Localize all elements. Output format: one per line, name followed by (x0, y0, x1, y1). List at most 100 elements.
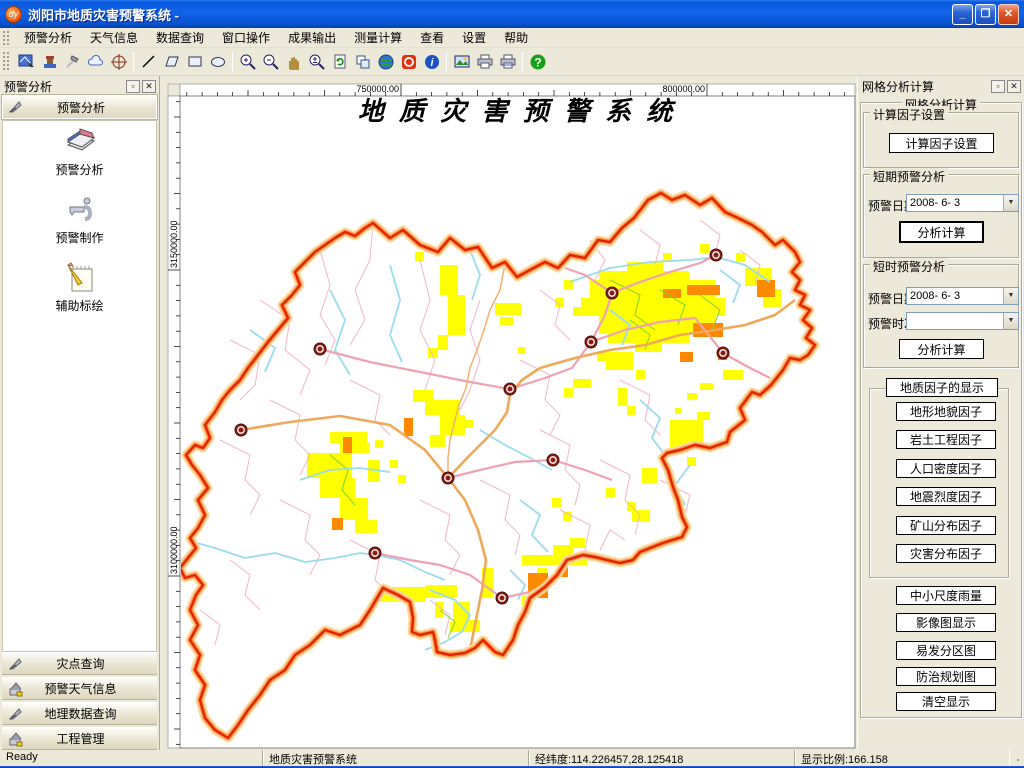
tool-icon (62, 193, 98, 227)
toolbar-separator (522, 52, 523, 72)
sidebar-item-disaster-query[interactable]: 灾点查询 (2, 652, 157, 675)
map-image-icon[interactable] (450, 50, 473, 73)
short-time-date-combo[interactable]: 2008- 6- 3 ▼ (906, 287, 1019, 305)
population-factor-button[interactable]: 人口密度因子 (896, 459, 996, 478)
geotech-factor-button[interactable]: 岩土工程因子 (896, 430, 996, 449)
short-term-date-combo[interactable]: 2008- 6- 3 ▼ (906, 194, 1019, 212)
print-icon[interactable] (473, 50, 496, 73)
short-time-analyze-button[interactable]: 分析计算 (899, 339, 984, 359)
factor-setup-button[interactable]: 计算因子设置 (889, 133, 994, 153)
help-icon[interactable]: ? (526, 50, 549, 73)
status-bar: Ready 地质灾害预警系统 经纬度:114.226457,28.125418 … (0, 750, 1024, 766)
map-viewport[interactable]: 750000.00800000.003150000.003100000.00地 … (160, 76, 857, 750)
menu-weather-info[interactable]: 天气信息 (81, 27, 147, 48)
info-icon[interactable]: i (420, 50, 443, 73)
prevention-plan-button[interactable]: 防治规划图 (896, 667, 996, 686)
sidebar-item-warning-making[interactable]: 预警制作 (3, 193, 156, 246)
zoom-out-icon[interactable] (259, 50, 282, 73)
quill-icon (8, 656, 24, 672)
menu-bar: 预警分析 天气信息 数据查询 窗口操作 成果输出 测量计算 查看 设置 帮助 (0, 28, 1024, 48)
susceptibility-map-button[interactable]: 易发分区图 (896, 641, 996, 660)
menu-result-output[interactable]: 成果输出 (279, 27, 345, 48)
chevron-down-icon[interactable]: ▼ (1003, 195, 1018, 211)
short-term-title: 短期预警分析 (870, 168, 948, 185)
sidebar-bar-label: 预警天气信息 (24, 680, 157, 697)
title-bar: dy 浏阳市地质灾害预警系统 - _ ❐ ✕ (0, 0, 1024, 28)
factor-display-header-button[interactable]: 地质因子的显示 (886, 378, 998, 397)
sidebar-item-geodata-query[interactable]: 地理数据查询 (2, 702, 157, 725)
sidebar-item-label: 预警制作 (55, 231, 103, 245)
close-icon[interactable]: ✕ (142, 80, 156, 93)
menu-warning-analysis[interactable]: 预警分析 (15, 27, 81, 48)
mine-factor-button[interactable]: 矿山分布因子 (896, 516, 996, 535)
menu-view[interactable]: 查看 (411, 27, 453, 48)
sidebar-bar-label: 灾点查询 (24, 655, 157, 672)
stop-icon[interactable] (397, 50, 420, 73)
right-panel-header: 网格分析计算 ▫ ✕ (858, 78, 1024, 94)
minimize-button[interactable]: _ (952, 4, 973, 25)
rainfall-button[interactable]: 中小尺度雨量 (896, 586, 996, 605)
menu-data-query[interactable]: 数据查询 (147, 27, 213, 48)
pin-icon[interactable]: ▫ (991, 80, 1005, 93)
refresh-icon[interactable] (328, 50, 351, 73)
factor-setup-title: 计算因子设置 (870, 106, 948, 123)
short-term-analyze-button[interactable]: 分析计算 (899, 221, 984, 243)
application-window: { "window": { "title": "浏阳市地质灾害预警系统 -", … (0, 0, 1024, 768)
menu-grip[interactable] (2, 30, 9, 45)
seismic-factor-button[interactable]: 地震烈度因子 (896, 487, 996, 506)
toolbar-grip[interactable] (2, 51, 9, 73)
hammer-icon[interactable] (61, 50, 84, 73)
draw-ellipse-icon[interactable] (206, 50, 229, 73)
terrain-factor-button[interactable]: 地形地貌因子 (896, 402, 996, 421)
right-sidebar: 网格分析计算 ▫ ✕ 网格分析计算 计算因子设置 计算因子设置 短期预警分析 预… (857, 76, 1024, 750)
draw-rectangle-icon[interactable] (183, 50, 206, 73)
zoom-extent-icon[interactable] (305, 50, 328, 73)
close-button[interactable]: ✕ (998, 4, 1019, 25)
center-target-icon[interactable] (107, 50, 130, 73)
copy-layers-icon[interactable] (351, 50, 374, 73)
pan-icon[interactable] (282, 50, 305, 73)
sidebar-item-warning-weather[interactable]: 预警天气信息 (2, 677, 157, 700)
sidebar-item-warning-analysis[interactable]: 预警分析 (3, 125, 156, 178)
map-select-icon[interactable] (15, 50, 38, 73)
svg-text:?: ? (534, 55, 541, 69)
sidebar-bar-label: 地理数据查询 (24, 705, 157, 722)
cloud-icon[interactable] (84, 50, 107, 73)
chevron-down-icon[interactable]: ▼ (1003, 313, 1018, 329)
left-panel-header: 预警分析 ▫ ✕ (0, 78, 159, 94)
stamp-icon[interactable] (38, 50, 61, 73)
image-display-button[interactable]: 影像图显示 (896, 613, 996, 632)
right-panel-title: 网格分析计算 (862, 78, 934, 95)
pin-icon[interactable]: ▫ (126, 80, 140, 93)
chevron-down-icon[interactable]: ▼ (1003, 288, 1018, 304)
left-panel-title: 预警分析 (4, 78, 52, 95)
zoom-in-icon[interactable] (236, 50, 259, 73)
restore-button[interactable]: ❐ (975, 4, 996, 25)
menu-help[interactable]: 帮助 (495, 27, 537, 48)
clear-display-button[interactable]: 清空显示 (896, 692, 996, 711)
sidebar-item-aux-plotting[interactable]: 辅助标绘 (3, 261, 156, 314)
short-time-times-combo[interactable]: ▼ (906, 312, 1019, 330)
draw-line-icon[interactable] (137, 50, 160, 73)
sidebar-item-project-mgmt[interactable]: 工程管理 (2, 727, 157, 750)
close-icon[interactable]: ✕ (1007, 80, 1021, 93)
sidebar-item-label: 辅助标绘 (55, 299, 103, 313)
svg-text:800000.00: 800000.00 (662, 84, 705, 94)
globe-icon[interactable] (374, 50, 397, 73)
toolbar: i ? (0, 48, 1024, 76)
status-ready: Ready (0, 750, 263, 766)
svg-text:3100000.00: 3100000.00 (169, 526, 179, 574)
print-setup-icon[interactable] (496, 50, 519, 73)
menu-settings[interactable]: 设置 (453, 27, 495, 48)
menu-window-ops[interactable]: 窗口操作 (213, 27, 279, 48)
status-coordinates: 经纬度:114.226457,28.125418 (529, 750, 795, 766)
combo-value: 2008- 6- 3 (907, 288, 1003, 304)
map-canvas[interactable]: 750000.00800000.003150000.003100000.00地 … (160, 76, 857, 750)
left-group-bar[interactable]: 预警分析 (2, 95, 157, 119)
draw-polygon-icon[interactable] (160, 50, 183, 73)
map-title: 地 质 灾 害 预 警 系 统 (358, 96, 677, 126)
menu-measure-calc[interactable]: 测量计算 (345, 27, 411, 48)
tools-icon (8, 681, 24, 697)
disaster-factor-button[interactable]: 灾害分布因子 (896, 544, 996, 563)
resize-grip[interactable] (1010, 750, 1024, 766)
